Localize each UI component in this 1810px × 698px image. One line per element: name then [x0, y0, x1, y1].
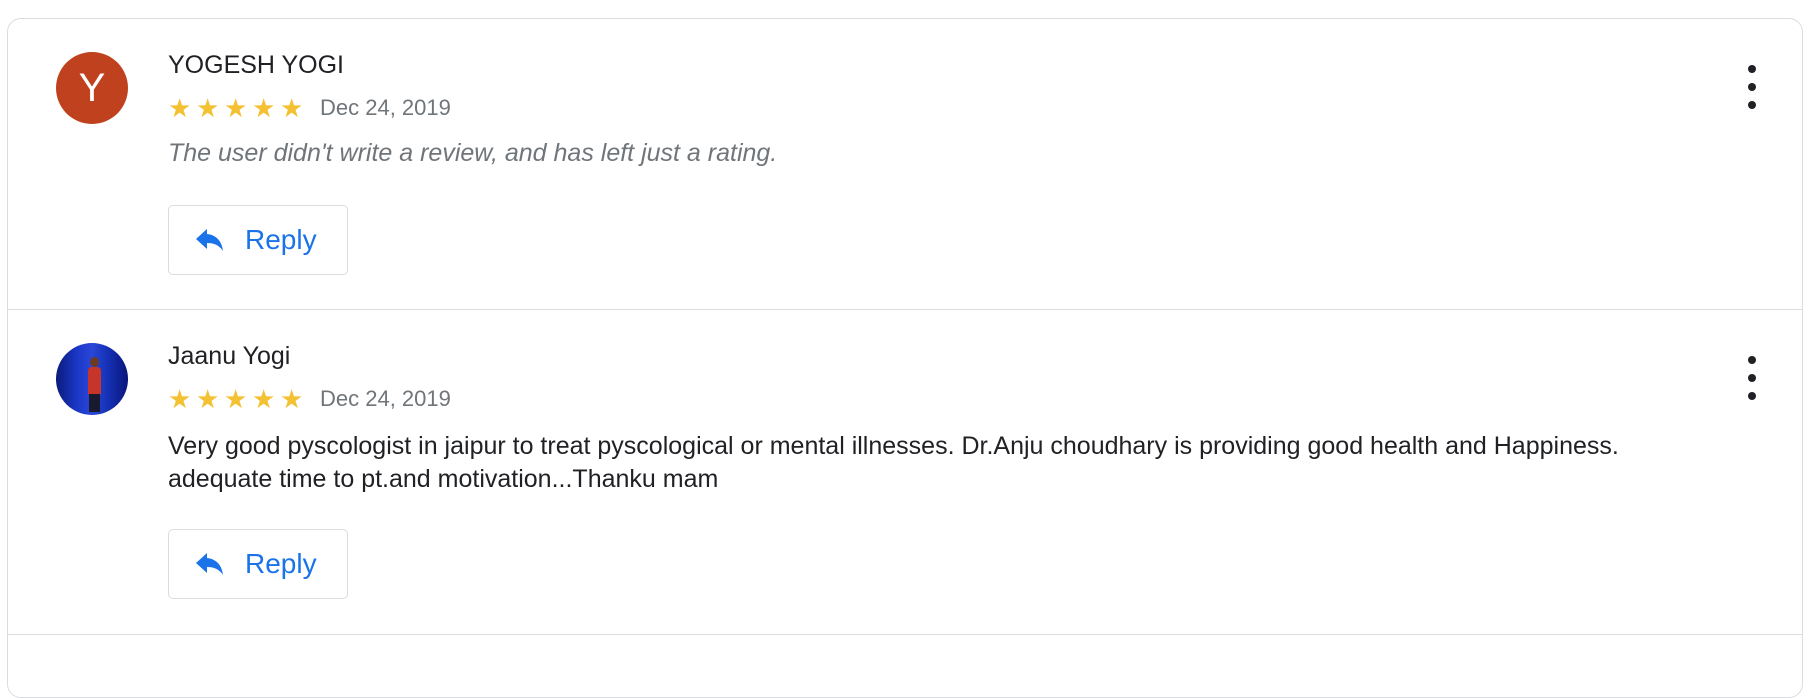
reviewer-name[interactable]: Jaanu Yogi — [168, 342, 290, 371]
rating-row: ★ ★ ★ ★ ★ Dec 24, 2019 — [168, 93, 451, 123]
star-icon: ★ — [196, 384, 220, 414]
star-icon: ★ — [224, 384, 248, 414]
star-rating: ★ ★ ★ ★ ★ — [168, 386, 306, 412]
avatar[interactable] — [56, 343, 128, 415]
reviews-card: Y YOGESH YOGI ★ ★ ★ ★ ★ Dec 24, 2019 The… — [7, 18, 1803, 698]
dot — [1748, 392, 1756, 400]
avatar[interactable]: Y — [56, 52, 128, 124]
dot — [1748, 356, 1756, 364]
dot — [1748, 101, 1756, 109]
review-text: The user didn't write a review, and has … — [168, 139, 778, 167]
review-item: Jaanu Yogi ★ ★ ★ ★ ★ Dec 24, 2019 Very g… — [8, 310, 1802, 635]
star-icon: ★ — [196, 93, 220, 123]
avatar-photo-legs — [89, 394, 100, 412]
reply-label: Reply — [245, 224, 317, 255]
reply-arrow-icon — [195, 551, 225, 577]
star-rating: ★ ★ ★ ★ ★ — [168, 95, 306, 121]
dot — [1748, 374, 1756, 382]
review-text: Very good pyscologist in jaipur to treat… — [168, 432, 1619, 493]
review-date: Dec 24, 2019 — [320, 95, 451, 120]
dot — [1748, 83, 1756, 91]
reply-button[interactable]: Reply — [168, 205, 348, 275]
star-icon: ★ — [280, 93, 304, 123]
star-icon: ★ — [224, 93, 248, 123]
review-date: Dec 24, 2019 — [320, 386, 451, 411]
reply-label: Reply — [245, 548, 317, 579]
star-icon: ★ — [280, 384, 304, 414]
more-vert-icon[interactable] — [1742, 356, 1762, 400]
star-icon: ★ — [252, 93, 276, 123]
reviewer-name[interactable]: YOGESH YOGI — [168, 51, 344, 80]
reply-arrow-icon — [195, 227, 225, 253]
reply-button[interactable]: Reply — [168, 529, 348, 599]
dot — [1748, 65, 1756, 73]
star-icon: ★ — [168, 93, 192, 123]
more-vert-icon[interactable] — [1742, 65, 1762, 109]
avatar-photo-head — [90, 357, 99, 367]
avatar-letter: Y — [78, 65, 106, 110]
star-icon: ★ — [168, 384, 192, 414]
review-item: Y YOGESH YOGI ★ ★ ★ ★ ★ Dec 24, 2019 The… — [8, 19, 1802, 310]
avatar-photo-body — [88, 367, 101, 395]
star-icon: ★ — [252, 384, 276, 414]
rating-row: ★ ★ ★ ★ ★ Dec 24, 2019 — [168, 384, 451, 414]
